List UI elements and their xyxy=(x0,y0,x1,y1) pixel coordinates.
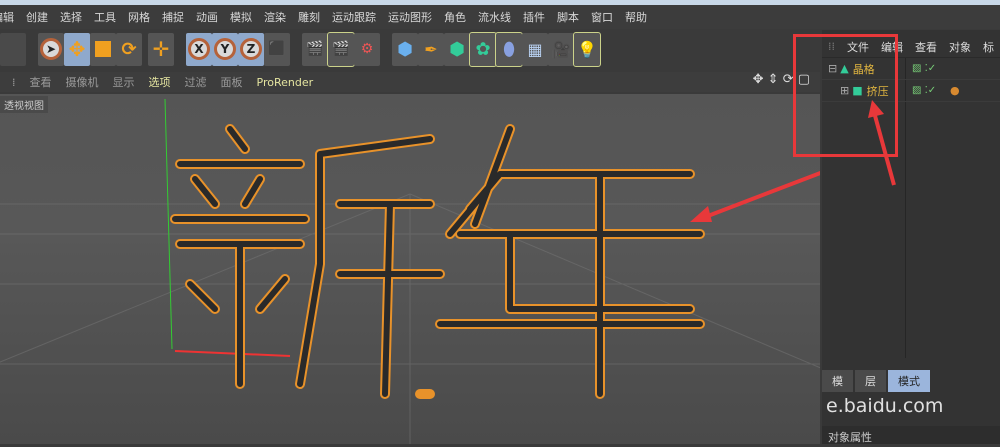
cursor-icon: ➤ xyxy=(40,38,62,60)
viewport-menu-options[interactable]: 选项 xyxy=(149,74,171,90)
menu-mesh[interactable]: 网格 xyxy=(128,9,150,25)
visibility-check-icon[interactable]: ▨ ⁚✓ xyxy=(912,63,936,74)
menu-edit[interactable]: 编辑 xyxy=(0,9,14,25)
objects-menu-object[interactable]: 对象 xyxy=(949,39,971,55)
deformer-button[interactable]: ⬮ xyxy=(495,31,523,67)
scale-icon xyxy=(95,41,111,57)
menu-plugins[interactable]: 插件 xyxy=(523,9,545,25)
y-axis-button[interactable]: Y xyxy=(212,32,238,66)
perspective-viewport[interactable]: 透视视图 xyxy=(0,94,1000,445)
menu-mograph[interactable]: 运动图形 xyxy=(388,9,432,25)
render-settings-button[interactable]: ⚙ xyxy=(354,32,380,66)
rotate-button[interactable]: ⟳ xyxy=(116,32,142,66)
menu-bar: 编辑 创建 选择 工具 网格 捕捉 动画 模拟 渲染 雕刻 运动跟踪 运动图形 … xyxy=(0,5,1000,29)
move-button[interactable]: ✥ xyxy=(64,32,90,66)
visibility-check-icon[interactable]: ▨ ⁚✓ xyxy=(912,85,936,96)
menu-pipeline[interactable]: 流水线 xyxy=(478,9,511,25)
subdivision-icon: ⬢ xyxy=(449,38,465,60)
attributes-title: 对象属性 xyxy=(822,426,1000,444)
objects-menu-tags[interactable]: 标 xyxy=(983,39,994,55)
menu-character[interactable]: 角色 xyxy=(444,9,466,25)
cube-icon: ⬢ xyxy=(397,38,413,60)
scale-button[interactable] xyxy=(90,32,116,66)
cube-button[interactable]: ⬢ xyxy=(392,32,418,66)
highlight-box xyxy=(793,34,898,157)
render-picture-viewer-button[interactable]: 🎬 xyxy=(327,31,355,67)
clapper-icon: 🎬 xyxy=(332,41,350,57)
clapper-gear-icon: ⚙ xyxy=(360,41,374,57)
cube-axis-icon: ⬛ xyxy=(268,41,286,57)
pen-icon: ✒ xyxy=(424,39,438,59)
annotation-arrow xyxy=(699,152,871,221)
viewport-grip-icon: ⁞ xyxy=(12,75,16,89)
live-select-button[interactable]: ➤ xyxy=(38,32,64,66)
attribute-tabs: 模 层 模式 xyxy=(822,370,1000,392)
viewport-menu-filter[interactable]: 过滤 xyxy=(185,74,207,90)
render-view-button[interactable]: 🎬 xyxy=(302,32,328,66)
cloner-button[interactable]: ✿ xyxy=(469,31,497,67)
x-axis-line xyxy=(174,350,291,357)
floor-icon: ▦ xyxy=(527,39,543,59)
y-axis-line xyxy=(164,98,173,350)
rotate-icon: ⟳ xyxy=(121,38,137,60)
main-toolbar: ➤ ✥ ⟳ ✛ X Y Z ⬛ 🎬 🎬 ⚙ ⬢ ✒ ⬢ ✿ ⬮ ▦ 🎥 💡 xyxy=(0,30,820,68)
attr-tab-1[interactable]: 模 xyxy=(822,370,853,392)
bend-icon: ⬮ xyxy=(503,38,515,60)
scene-canvas xyxy=(0,98,1000,445)
viewport-menu-prorender[interactable]: ProRender xyxy=(257,76,314,89)
coordinate-system-button[interactable]: ⬛ xyxy=(264,32,290,66)
menu-create[interactable]: 创建 xyxy=(26,9,48,25)
move-icon: ✛ xyxy=(152,37,170,61)
menu-simulate[interactable]: 模拟 xyxy=(230,9,252,25)
viewport-menu-view[interactable]: 查看 xyxy=(30,74,52,90)
light-button[interactable]: 💡 xyxy=(573,31,601,67)
x-axis-button[interactable]: X xyxy=(186,32,212,66)
column-divider xyxy=(905,58,906,358)
floor-button[interactable]: ▦ xyxy=(522,32,548,66)
subdivision-button[interactable]: ⬢ xyxy=(444,32,470,66)
tag-icon: ● xyxy=(950,84,960,97)
viewport-menu-cameras[interactable]: 摄像机 xyxy=(66,74,99,90)
watermark: e.baidu.com xyxy=(826,395,944,417)
menu-motion-tracker[interactable]: 运动跟踪 xyxy=(332,9,376,25)
viewport-menu-display[interactable]: 显示 xyxy=(113,74,135,90)
menu-help[interactable]: 帮助 xyxy=(625,9,647,25)
menu-sculpt[interactable]: 雕刻 xyxy=(298,9,320,25)
annotation-arrowhead xyxy=(690,206,712,222)
cloner-icon: ✿ xyxy=(475,38,491,60)
menu-tools[interactable]: 工具 xyxy=(94,9,116,25)
menu-select[interactable]: 选择 xyxy=(60,9,82,25)
move-icon: ✥ xyxy=(68,37,86,61)
light-bulb-icon: 💡 xyxy=(577,39,597,59)
menu-render[interactable]: 渲染 xyxy=(264,9,286,25)
viewport-label: 透视视图 xyxy=(0,96,48,113)
menu-script[interactable]: 脚本 xyxy=(557,9,579,25)
z-axis-button[interactable]: Z xyxy=(238,32,264,66)
undo-button[interactable] xyxy=(0,32,26,66)
menu-snap[interactable]: 捕捉 xyxy=(162,9,184,25)
pen-button[interactable]: ✒ xyxy=(418,32,444,66)
clapper-icon: 🎬 xyxy=(306,41,324,57)
objects-menu-view[interactable]: 查看 xyxy=(915,39,937,55)
attr-tab-2[interactable]: 层 xyxy=(855,370,886,392)
menu-window[interactable]: 窗口 xyxy=(591,9,613,25)
recent-tool-button[interactable]: ✛ xyxy=(148,32,174,66)
viewport-menu: ⁞ 查看 摄像机 显示 选项 过滤 面板 ProRender ✥ ⇕ ⟳ ▢ xyxy=(0,72,820,92)
viewport-menu-panel[interactable]: 面板 xyxy=(221,74,243,90)
camera-button[interactable]: 🎥 xyxy=(548,32,574,66)
camera-icon: 🎥 xyxy=(551,39,571,59)
menu-animate[interactable]: 动画 xyxy=(196,9,218,25)
attr-tab-3[interactable]: 模式 xyxy=(888,370,930,392)
